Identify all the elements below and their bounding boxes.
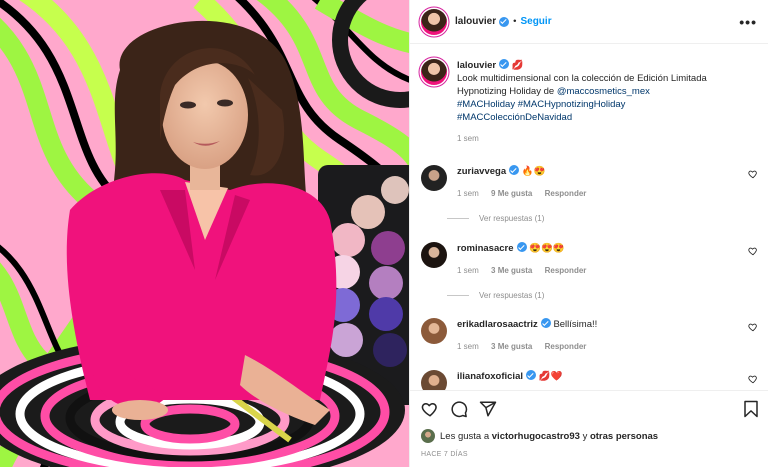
comment-text: Bellísima!! [553,319,598,330]
comment-text: 💋❤️ [538,371,563,382]
comment-time[interactable]: 1 sem [457,266,479,275]
likes-prefix: Les gusta a [440,430,490,442]
replies-divider [447,218,469,219]
likes-mid: y [579,430,590,442]
commenter-avatar[interactable] [421,242,447,268]
share-icon[interactable] [479,400,497,418]
likes-summary: Les gusta a victorhugocastro93 y otras p… [421,429,658,443]
comment-icon[interactable] [450,400,468,418]
post-action-bar [410,390,768,424]
caption-time[interactable]: 1 sem [457,132,751,145]
view-replies-button[interactable]: Ver respuestas (1) [447,291,544,300]
view-replies-label[interactable]: Ver respuestas (1) [479,291,544,300]
reply-button[interactable]: Responder [545,342,587,351]
caption-username[interactable]: lalouvier [457,60,496,71]
follow-button[interactable]: Seguir [520,16,551,27]
author-avatar[interactable] [421,8,447,35]
comment-meta: 1 sem 3 Me gusta Responder [457,264,717,277]
comments-list[interactable]: lalouvier 💋 Look multidimensional con la… [410,45,768,390]
comment-username[interactable]: erikadlarosaactriz [457,319,538,330]
comment-text: 🔥😍 [521,166,546,177]
view-replies-label[interactable]: Ver respuestas (1) [479,214,544,223]
post-image [0,0,409,467]
verified-icon [499,59,510,69]
caption-hashtags[interactable]: #MACHoliday #MACHypnotizingHoliday #MACC… [457,98,727,124]
post-caption: lalouvier 💋 Look multidimensional con la… [421,59,751,145]
comment-item: rominasacre 😍😍😍 1 sem 3 Me gusta Respond… [421,242,761,277]
comment-username[interactable]: rominasacre [457,243,514,254]
comment-item: ilianafoxoficial 💋❤️ [421,370,761,390]
comment-text: 😍😍😍 [529,243,565,254]
post-photo[interactable] [0,0,409,467]
liker-username[interactable]: victorhugocastro93 [492,431,580,442]
caption-emoji: 💋 [511,60,524,71]
comment-likes[interactable]: 3 Me gusta [491,266,532,275]
verified-icon [516,242,527,252]
comment-meta: 1 sem 9 Me gusta Responder [457,187,717,200]
comment-username[interactable]: ilianafoxoficial [457,371,523,382]
comment-time[interactable]: 1 sem [457,189,479,198]
post-header: lalouvier • Seguir ••• [410,0,768,44]
post-details-panel: lalouvier • Seguir ••• lalouvier 💋 Look … [409,0,768,467]
comment-like-heart-icon[interactable] [748,246,758,256]
verified-icon [526,370,536,380]
comment-like-heart-icon[interactable] [748,322,758,332]
separator-dot: • [513,16,517,27]
view-replies-button[interactable]: Ver respuestas (1) [447,214,544,223]
comment-item: zuriavvega 🔥😍 1 sem 9 Me gusta Responder [421,165,761,200]
comment-like-heart-icon[interactable] [748,374,758,384]
liker-avatar[interactable] [421,429,435,443]
commenter-avatar[interactable] [421,165,447,191]
more-options-icon[interactable]: ••• [739,14,757,30]
comment-like-heart-icon[interactable] [748,169,758,179]
comment-item: erikadlarosaactriz Bellísima!! 1 sem 3 M… [421,318,761,353]
other-likers-link[interactable]: otras personas [590,431,658,442]
comment-username[interactable]: zuriavvega [457,166,506,177]
caption-avatar[interactable] [421,59,447,85]
commenter-avatar[interactable] [421,318,447,344]
verified-icon [540,318,551,328]
verified-icon [509,165,520,175]
comment-likes[interactable]: 9 Me gusta [491,189,532,198]
replies-divider [447,295,469,296]
comment-meta: 1 sem 3 Me gusta Responder [457,340,717,353]
reply-button[interactable]: Responder [545,189,587,198]
verified-icon [499,16,510,27]
comment-time[interactable]: 1 sem [457,342,479,351]
author-username[interactable]: lalouvier [455,16,496,27]
caption-mention-link[interactable]: @maccosmetics_mex [557,86,650,97]
bookmark-icon[interactable] [743,400,759,418]
commenter-avatar[interactable] [421,370,447,390]
post-timestamp[interactable]: HACE 7 DÍAS [421,451,468,458]
comment-likes[interactable]: 3 Me gusta [491,342,532,351]
heart-icon[interactable] [421,400,439,418]
reply-button[interactable]: Responder [545,266,587,275]
